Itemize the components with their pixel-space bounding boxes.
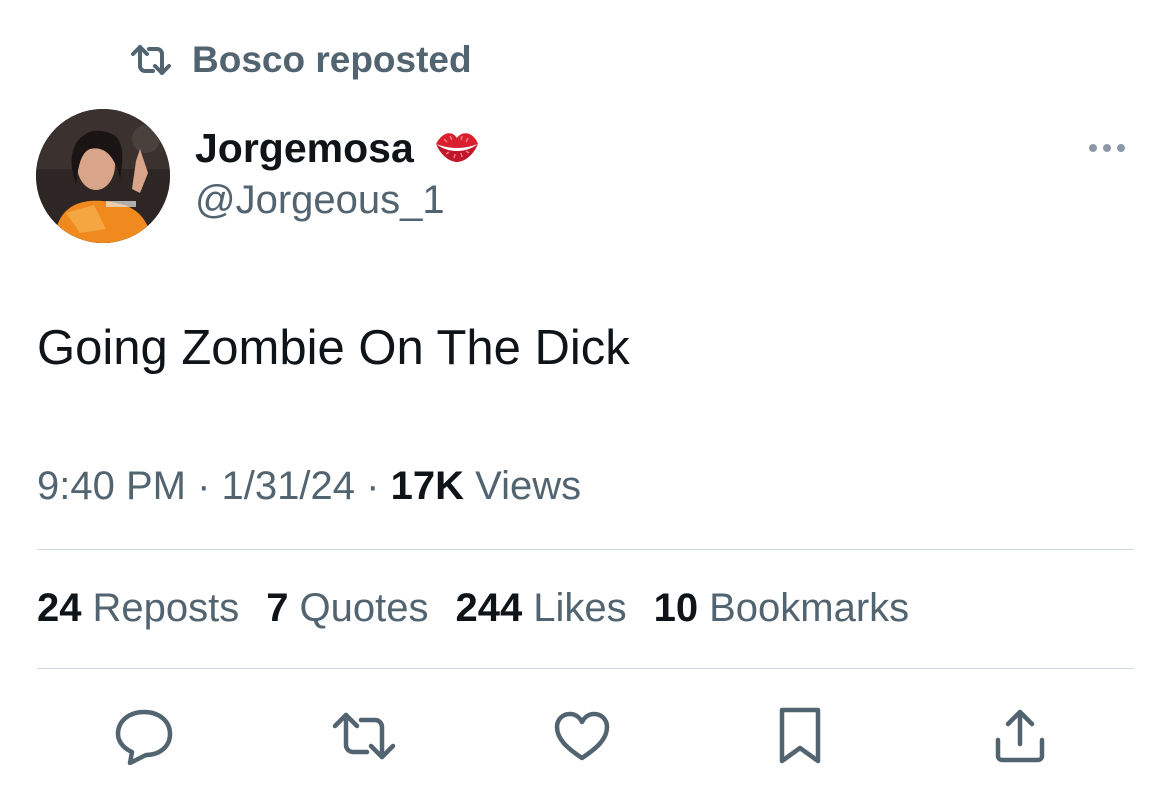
divider bbox=[37, 668, 1134, 669]
quotes-stat[interactable]: 7 Quotes bbox=[266, 586, 428, 631]
views-label: Views bbox=[475, 464, 582, 508]
tweet-time[interactable]: 9:40 PM bbox=[37, 464, 186, 508]
repost-icon bbox=[130, 44, 172, 76]
divider bbox=[37, 549, 1134, 550]
tweet-text: Going Zombie On The Dick bbox=[37, 321, 630, 375]
stat-count: 10 bbox=[653, 586, 699, 630]
repost-text: Bosco reposted bbox=[192, 39, 472, 80]
bookmark-icon bbox=[776, 706, 824, 766]
like-icon bbox=[553, 710, 611, 762]
more-dot-icon bbox=[1089, 144, 1097, 152]
stat-count: 24 bbox=[37, 586, 82, 630]
more-options-button[interactable] bbox=[1082, 130, 1132, 166]
share-button[interactable] bbox=[988, 704, 1052, 768]
repost-header[interactable]: Bosco reposted bbox=[130, 38, 472, 82]
meta-separator: · bbox=[197, 464, 211, 508]
repost-button[interactable] bbox=[332, 704, 396, 768]
reposts-stat[interactable]: 24 Reposts bbox=[37, 586, 239, 631]
kiss-mark-icon bbox=[432, 126, 482, 171]
likes-stat[interactable]: 244 Likes bbox=[455, 586, 626, 631]
display-name[interactable]: Jorgemosa bbox=[195, 125, 414, 172]
views-count: 17K bbox=[390, 464, 464, 508]
engagement-stats: 24 Reposts 7 Quotes 244 Likes 10 Bookmar… bbox=[37, 586, 909, 631]
like-button[interactable] bbox=[550, 704, 614, 768]
repost-icon bbox=[332, 712, 396, 760]
tweet-date[interactable]: 1/31/24 bbox=[222, 464, 355, 508]
avatar[interactable] bbox=[36, 109, 170, 243]
more-dot-icon bbox=[1117, 144, 1125, 152]
stat-label: Bookmarks bbox=[709, 586, 910, 630]
author-row[interactable]: Jorgemosa bbox=[195, 124, 482, 172]
bookmarks-stat[interactable]: 10 Bookmarks bbox=[654, 586, 910, 631]
share-icon bbox=[992, 708, 1048, 764]
stat-label: Likes bbox=[533, 586, 627, 630]
more-dot-icon bbox=[1103, 144, 1111, 152]
stat-count: 244 bbox=[455, 586, 523, 630]
stat-label: Reposts bbox=[92, 586, 240, 630]
meta-separator: · bbox=[366, 464, 380, 508]
reply-button[interactable] bbox=[112, 704, 176, 768]
tweet-meta: 9:40 PM · 1/31/24 · 17K Views bbox=[37, 464, 581, 509]
stat-label: Quotes bbox=[299, 586, 429, 630]
reply-icon bbox=[114, 707, 174, 765]
stat-count: 7 bbox=[266, 586, 289, 630]
bookmark-button[interactable] bbox=[768, 704, 832, 768]
handle[interactable]: @Jorgeous_1 bbox=[195, 178, 445, 223]
